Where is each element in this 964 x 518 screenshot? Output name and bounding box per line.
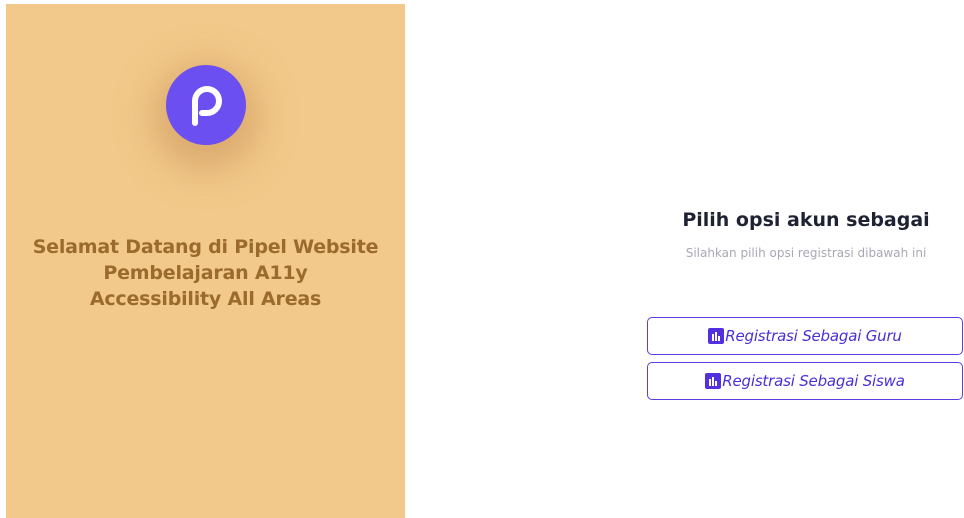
register-teacher-button[interactable]: Registrasi Sebagai Guru	[647, 317, 963, 355]
registration-page: Selamat Datang di Pipel Website Pembelaj…	[0, 0, 964, 518]
welcome-heading: Selamat Datang di Pipel Website Pembelaj…	[6, 234, 405, 312]
register-student-button[interactable]: Registrasi Sebagai Siswa	[647, 362, 963, 400]
options-title: Pilih opsi akun sebagai	[682, 209, 930, 231]
logo-p-glyph	[192, 86, 222, 126]
register-student-label: Registrasi Sebagai Siswa	[722, 372, 905, 390]
register-teacher-label: Registrasi Sebagai Guru	[725, 327, 902, 345]
options-subtitle: Silahkan pilih opsi registrasi dibawah i…	[685, 246, 927, 260]
chart-icon	[705, 373, 722, 389]
welcome-line-3: Accessibility All Areas	[89, 288, 322, 310]
chart-icon	[708, 328, 725, 344]
welcome-line-2: Pembelajaran A11y	[103, 262, 308, 284]
welcome-panel: Selamat Datang di Pipel Website Pembelaj…	[6, 4, 405, 518]
pipel-logo-icon	[166, 65, 246, 145]
welcome-line-1: Selamat Datang di Pipel Website	[32, 236, 379, 258]
